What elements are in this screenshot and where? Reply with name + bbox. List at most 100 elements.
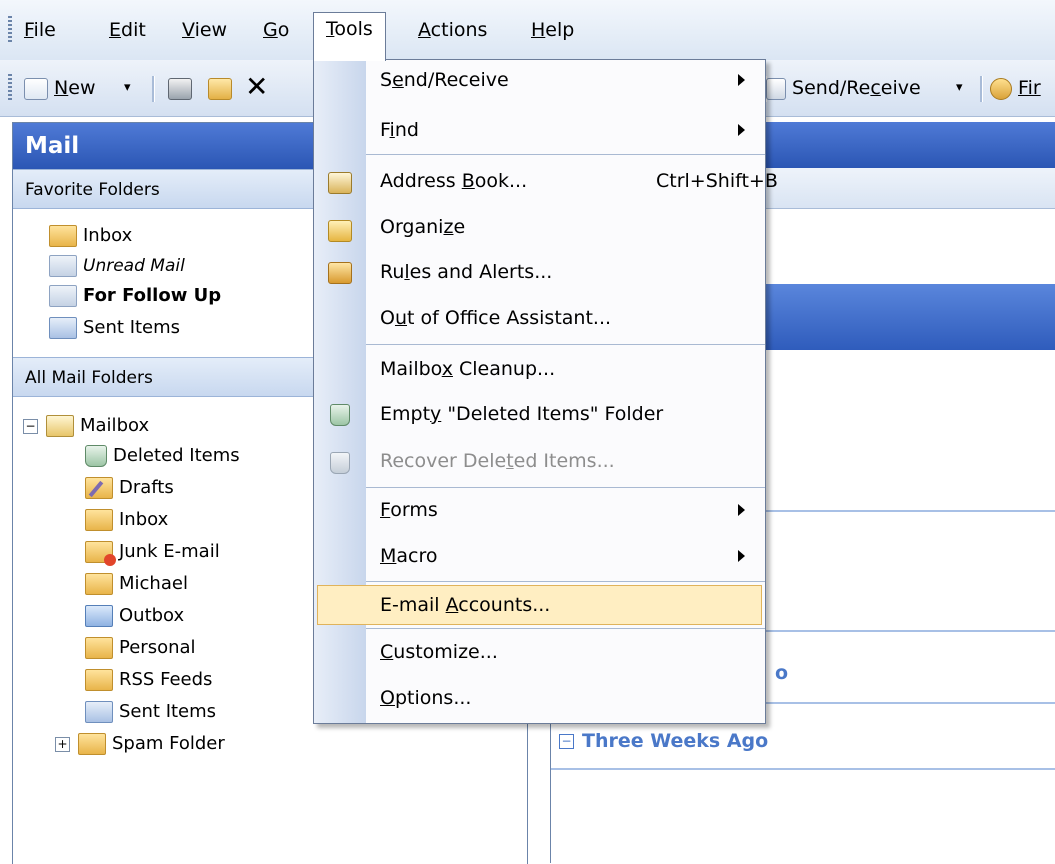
menu-label-post: nd/Receive bbox=[403, 69, 509, 91]
move-to-folder-button[interactable] bbox=[208, 72, 232, 104]
organize-icon bbox=[328, 220, 352, 242]
menu-label-accel: x bbox=[441, 358, 453, 380]
folder-label: Inbox bbox=[119, 509, 169, 530]
menu-label-accel: B bbox=[461, 170, 475, 192]
menu-item-find[interactable]: Find bbox=[380, 113, 419, 147]
menu-item-out-of-office[interactable]: Out of Office Assistant... bbox=[380, 301, 611, 335]
menu-separator bbox=[366, 487, 765, 488]
folder-label: Drafts bbox=[119, 477, 174, 498]
favorite-sent-items[interactable]: Sent Items bbox=[49, 313, 180, 343]
tree-folder[interactable]: + Spam Folder bbox=[55, 729, 225, 759]
collapse-icon[interactable]: − bbox=[559, 734, 574, 749]
search-folder-icon bbox=[49, 255, 77, 277]
menu-edit-accel: E bbox=[109, 19, 122, 41]
toolbar-separator-3 bbox=[980, 76, 983, 102]
group-header-three-weeks-ago[interactable]: − Three Weeks Ago bbox=[559, 730, 768, 752]
tree-folder[interactable]: Michael bbox=[85, 569, 188, 599]
menu-help-label: elp bbox=[545, 19, 575, 41]
toolbar-grip[interactable] bbox=[8, 74, 12, 102]
new-button[interactable]: New bbox=[24, 72, 96, 104]
menu-tools[interactable]: Tools bbox=[313, 12, 386, 61]
favorite-for-follow-up[interactable]: For Follow Up bbox=[49, 281, 221, 311]
menu-item-email-accounts[interactable]: E-mail Accounts... bbox=[380, 588, 550, 622]
menu-label-accel: t bbox=[506, 450, 514, 472]
find-button[interactable]: Fir bbox=[990, 72, 1041, 104]
find-label: Fir bbox=[1018, 77, 1041, 99]
menu-item-customize[interactable]: Customize... bbox=[380, 635, 498, 669]
menu-view[interactable]: View bbox=[182, 14, 227, 46]
expand-icon[interactable]: + bbox=[55, 736, 70, 752]
menu-label-post: ed Items... bbox=[513, 450, 615, 472]
folder-label: Personal bbox=[119, 637, 196, 658]
submenu-arrow-icon bbox=[738, 550, 745, 562]
menu-item-recover-deleted-items: Recover Deleted Items... bbox=[380, 444, 615, 478]
folder-icon bbox=[78, 733, 106, 755]
menu-tools-label: ools bbox=[334, 18, 373, 40]
tree-folder[interactable]: Inbox bbox=[85, 505, 168, 535]
group-header-label: Three Weeks Ago bbox=[582, 730, 769, 752]
tree-folder[interactable]: RSS Feeds bbox=[85, 665, 212, 695]
folder-label: Outbox bbox=[119, 605, 185, 626]
menu-actions[interactable]: Actions bbox=[418, 14, 487, 46]
tree-mailbox[interactable]: − Mailbox bbox=[23, 411, 149, 441]
tree-folder[interactable]: Personal bbox=[85, 633, 196, 663]
send-receive-dropdown-arrow-icon[interactable]: ▾ bbox=[956, 72, 963, 104]
favorite-unread-mail[interactable]: Unread Mail bbox=[49, 251, 185, 281]
menu-separator bbox=[366, 628, 765, 629]
menu-label-post: orms bbox=[390, 499, 438, 521]
menu-bar-grip[interactable] bbox=[8, 16, 12, 44]
tree-folder[interactable]: Junk E-mail bbox=[85, 537, 220, 567]
menu-item-macro[interactable]: Macro bbox=[380, 539, 438, 573]
menu-label-pre: F bbox=[380, 119, 390, 141]
collapse-icon[interactable]: − bbox=[23, 418, 38, 434]
send-receive-icon bbox=[766, 77, 786, 100]
search-folder-icon bbox=[49, 285, 77, 307]
tree-folder[interactable]: Sent Items bbox=[85, 697, 216, 727]
menu-separator bbox=[366, 581, 765, 582]
menu-label-pre: E-mail bbox=[380, 594, 446, 616]
menu-item-empty-deleted-items[interactable]: Empty "Deleted Items" Folder bbox=[380, 397, 663, 431]
group-header-partial[interactable]: o bbox=[775, 662, 788, 684]
menu-item-organize[interactable]: Organize bbox=[380, 210, 465, 244]
menu-label-accel: y bbox=[430, 403, 442, 425]
find-icon bbox=[990, 77, 1012, 100]
tree-folder[interactable]: Deleted Items bbox=[85, 441, 240, 471]
tree-folder[interactable]: Outbox bbox=[85, 601, 184, 631]
new-dropdown-arrow-icon[interactable]: ▾ bbox=[124, 72, 131, 104]
menu-item-mailbox-cleanup[interactable]: Mailbox Cleanup... bbox=[380, 352, 555, 386]
menu-edit[interactable]: Edit bbox=[109, 14, 146, 46]
mailbox-icon bbox=[46, 415, 74, 437]
menu-help[interactable]: Help bbox=[531, 14, 574, 46]
delete-button[interactable]: ✕ bbox=[245, 72, 268, 104]
menu-item-address-book[interactable]: Address Book... Ctrl+Shift+B bbox=[380, 164, 778, 198]
send-receive-accel: c bbox=[870, 77, 881, 99]
folder-icon bbox=[85, 573, 113, 595]
print-button[interactable] bbox=[168, 72, 192, 104]
deleted-items-icon bbox=[85, 445, 107, 467]
menu-go[interactable]: Go bbox=[263, 14, 289, 46]
mailbox-label: Mailbox bbox=[80, 415, 150, 436]
menu-file[interactable]: File bbox=[24, 14, 56, 46]
folder-icon bbox=[85, 669, 113, 691]
send-receive-pre: Send/Re bbox=[792, 77, 871, 99]
menu-label-post: nd bbox=[394, 119, 419, 141]
printer-icon bbox=[168, 77, 192, 100]
tree-folder[interactable]: Drafts bbox=[85, 473, 174, 503]
menu-bar: File Edit View Go Tools Actions Help bbox=[0, 0, 1055, 61]
menu-view-accel: V bbox=[182, 19, 195, 41]
menu-item-forms[interactable]: Forms bbox=[380, 493, 438, 527]
menu-item-options[interactable]: Options... bbox=[380, 681, 471, 715]
menu-label-pre: O bbox=[380, 307, 395, 329]
menu-help-accel: H bbox=[531, 19, 546, 41]
inbox-icon bbox=[49, 225, 77, 247]
menu-label-accel: u bbox=[394, 307, 408, 329]
menu-label-accel: M bbox=[380, 545, 397, 567]
menu-label-post: Cleanup... bbox=[452, 358, 556, 380]
send-receive-button[interactable]: Send/Receive bbox=[766, 72, 921, 104]
menu-item-send-receive[interactable]: Send/Receive bbox=[380, 63, 509, 97]
favorite-inbox[interactable]: Inbox bbox=[49, 221, 132, 251]
menu-label-pre: S bbox=[380, 69, 393, 91]
submenu-arrow-icon bbox=[738, 124, 745, 136]
folder-label: Spam Folder bbox=[112, 733, 225, 754]
menu-item-rules-and-alerts[interactable]: Rules and Alerts... bbox=[380, 255, 552, 289]
